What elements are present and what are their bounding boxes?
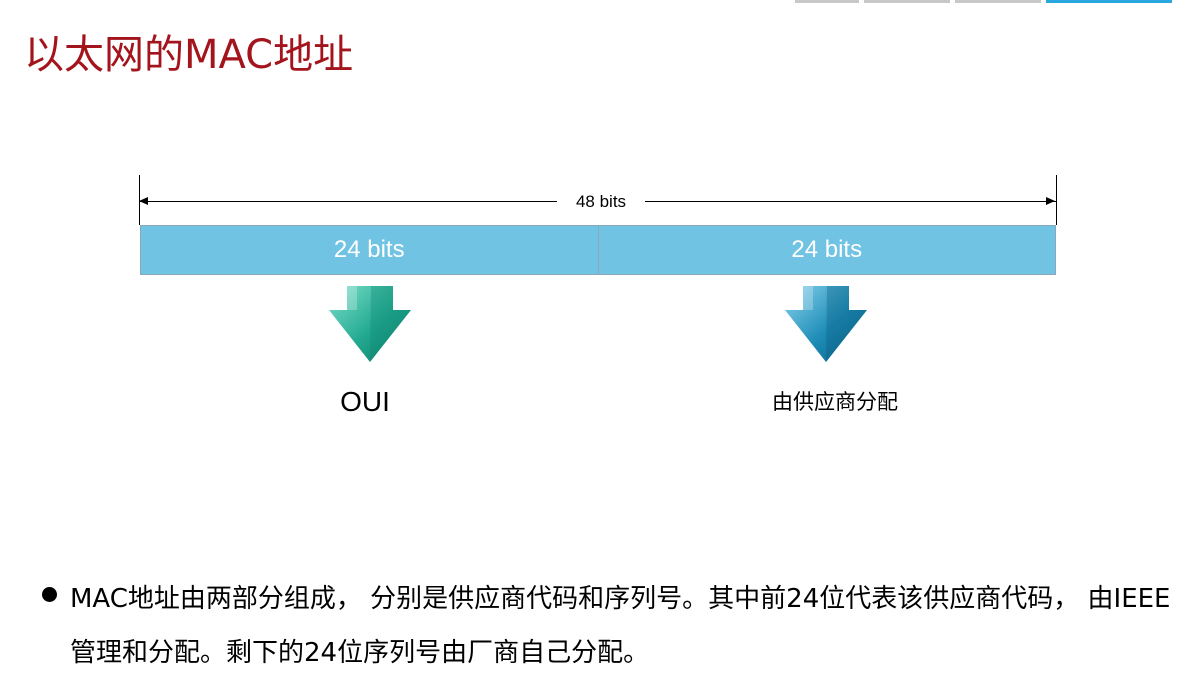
bullet-text: MAC地址由两部分组成， 分别是供应商代码和序列号。其中前24位代表该供应商代码…	[70, 584, 1171, 668]
oui-label: OUI	[340, 386, 390, 417]
serial-field: 24 bits	[597, 226, 1055, 274]
header-decoration-segment	[864, 0, 950, 3]
down-arrow-icon	[329, 286, 411, 362]
header-decoration-segment	[795, 0, 859, 3]
mac-address-bar: 24 bits 24 bits	[140, 225, 1056, 275]
dimension-tick-right	[1056, 175, 1057, 225]
header-decoration-segment	[955, 0, 1041, 3]
header-decoration-accent	[1046, 0, 1172, 3]
page-title: 以太网的MAC地址	[24, 32, 354, 78]
vendor-assigned-label: 由供应商分配	[772, 390, 898, 414]
total-bits-label: 48 bits	[557, 191, 645, 213]
dimension-arrow-left-icon	[139, 197, 148, 205]
bullet-icon	[42, 587, 57, 602]
down-arrow-icon	[785, 286, 867, 362]
oui-field: 24 bits	[141, 226, 598, 274]
dimension-arrow-right-icon	[1046, 197, 1055, 205]
